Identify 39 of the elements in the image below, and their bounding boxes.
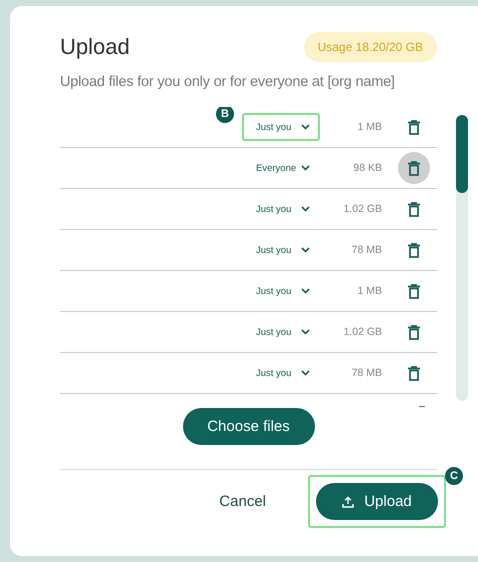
file-size: 78 MB xyxy=(350,244,382,256)
usage-badge: Usage 18.20/20 GB xyxy=(304,32,437,62)
access-dropdown[interactable]: Just you xyxy=(242,113,320,141)
access-dropdown[interactable]: Just you xyxy=(242,318,320,346)
file-size: 1.02 GB xyxy=(342,326,382,338)
upload-icon xyxy=(342,496,354,508)
callout-marker: B xyxy=(216,107,234,123)
trash-icon xyxy=(408,324,420,340)
trash-icon xyxy=(408,242,420,258)
trash-icon xyxy=(408,202,420,216)
chevron-down-icon xyxy=(301,247,310,253)
chevron-down-icon xyxy=(301,329,310,335)
file-size: 78 MB xyxy=(350,367,382,379)
choose-files-button[interactable]: Choose files xyxy=(182,408,314,445)
dialog-title: Upload xyxy=(60,34,130,60)
chevron-down-icon xyxy=(301,165,310,171)
access-dropdown[interactable]: Just you xyxy=(242,359,320,387)
access-dropdown[interactable]: Just you xyxy=(242,195,320,223)
file-size: 1 MB xyxy=(356,285,382,297)
upload-button[interactable]: Upload xyxy=(316,483,438,520)
trash-icon xyxy=(408,120,420,134)
trash-icon xyxy=(408,366,420,380)
access-dropdown[interactable]: Everyone xyxy=(242,154,320,182)
file-size: 1 MB xyxy=(356,121,382,133)
access-dropdown[interactable]: Just you xyxy=(242,277,320,305)
trash-icon xyxy=(408,284,420,298)
file-size: 98 KB xyxy=(352,162,382,174)
cancel-button[interactable]: Cancel xyxy=(219,493,266,510)
chevron-down-icon xyxy=(301,370,310,376)
trash-icon xyxy=(408,160,420,176)
chevron-down-icon xyxy=(301,124,310,130)
callout-marker: C xyxy=(445,467,463,485)
delete-button[interactable] xyxy=(398,152,430,184)
access-dropdown[interactable]: Just you xyxy=(242,236,320,264)
chevron-down-icon xyxy=(301,206,310,212)
file-size: 1.02 GB xyxy=(342,203,382,215)
chevron-down-icon xyxy=(301,288,310,294)
scrollbar[interactable] xyxy=(456,115,468,401)
dialog-subtitle: Upload files for you only or for everyone at [org name] xyxy=(60,74,396,90)
